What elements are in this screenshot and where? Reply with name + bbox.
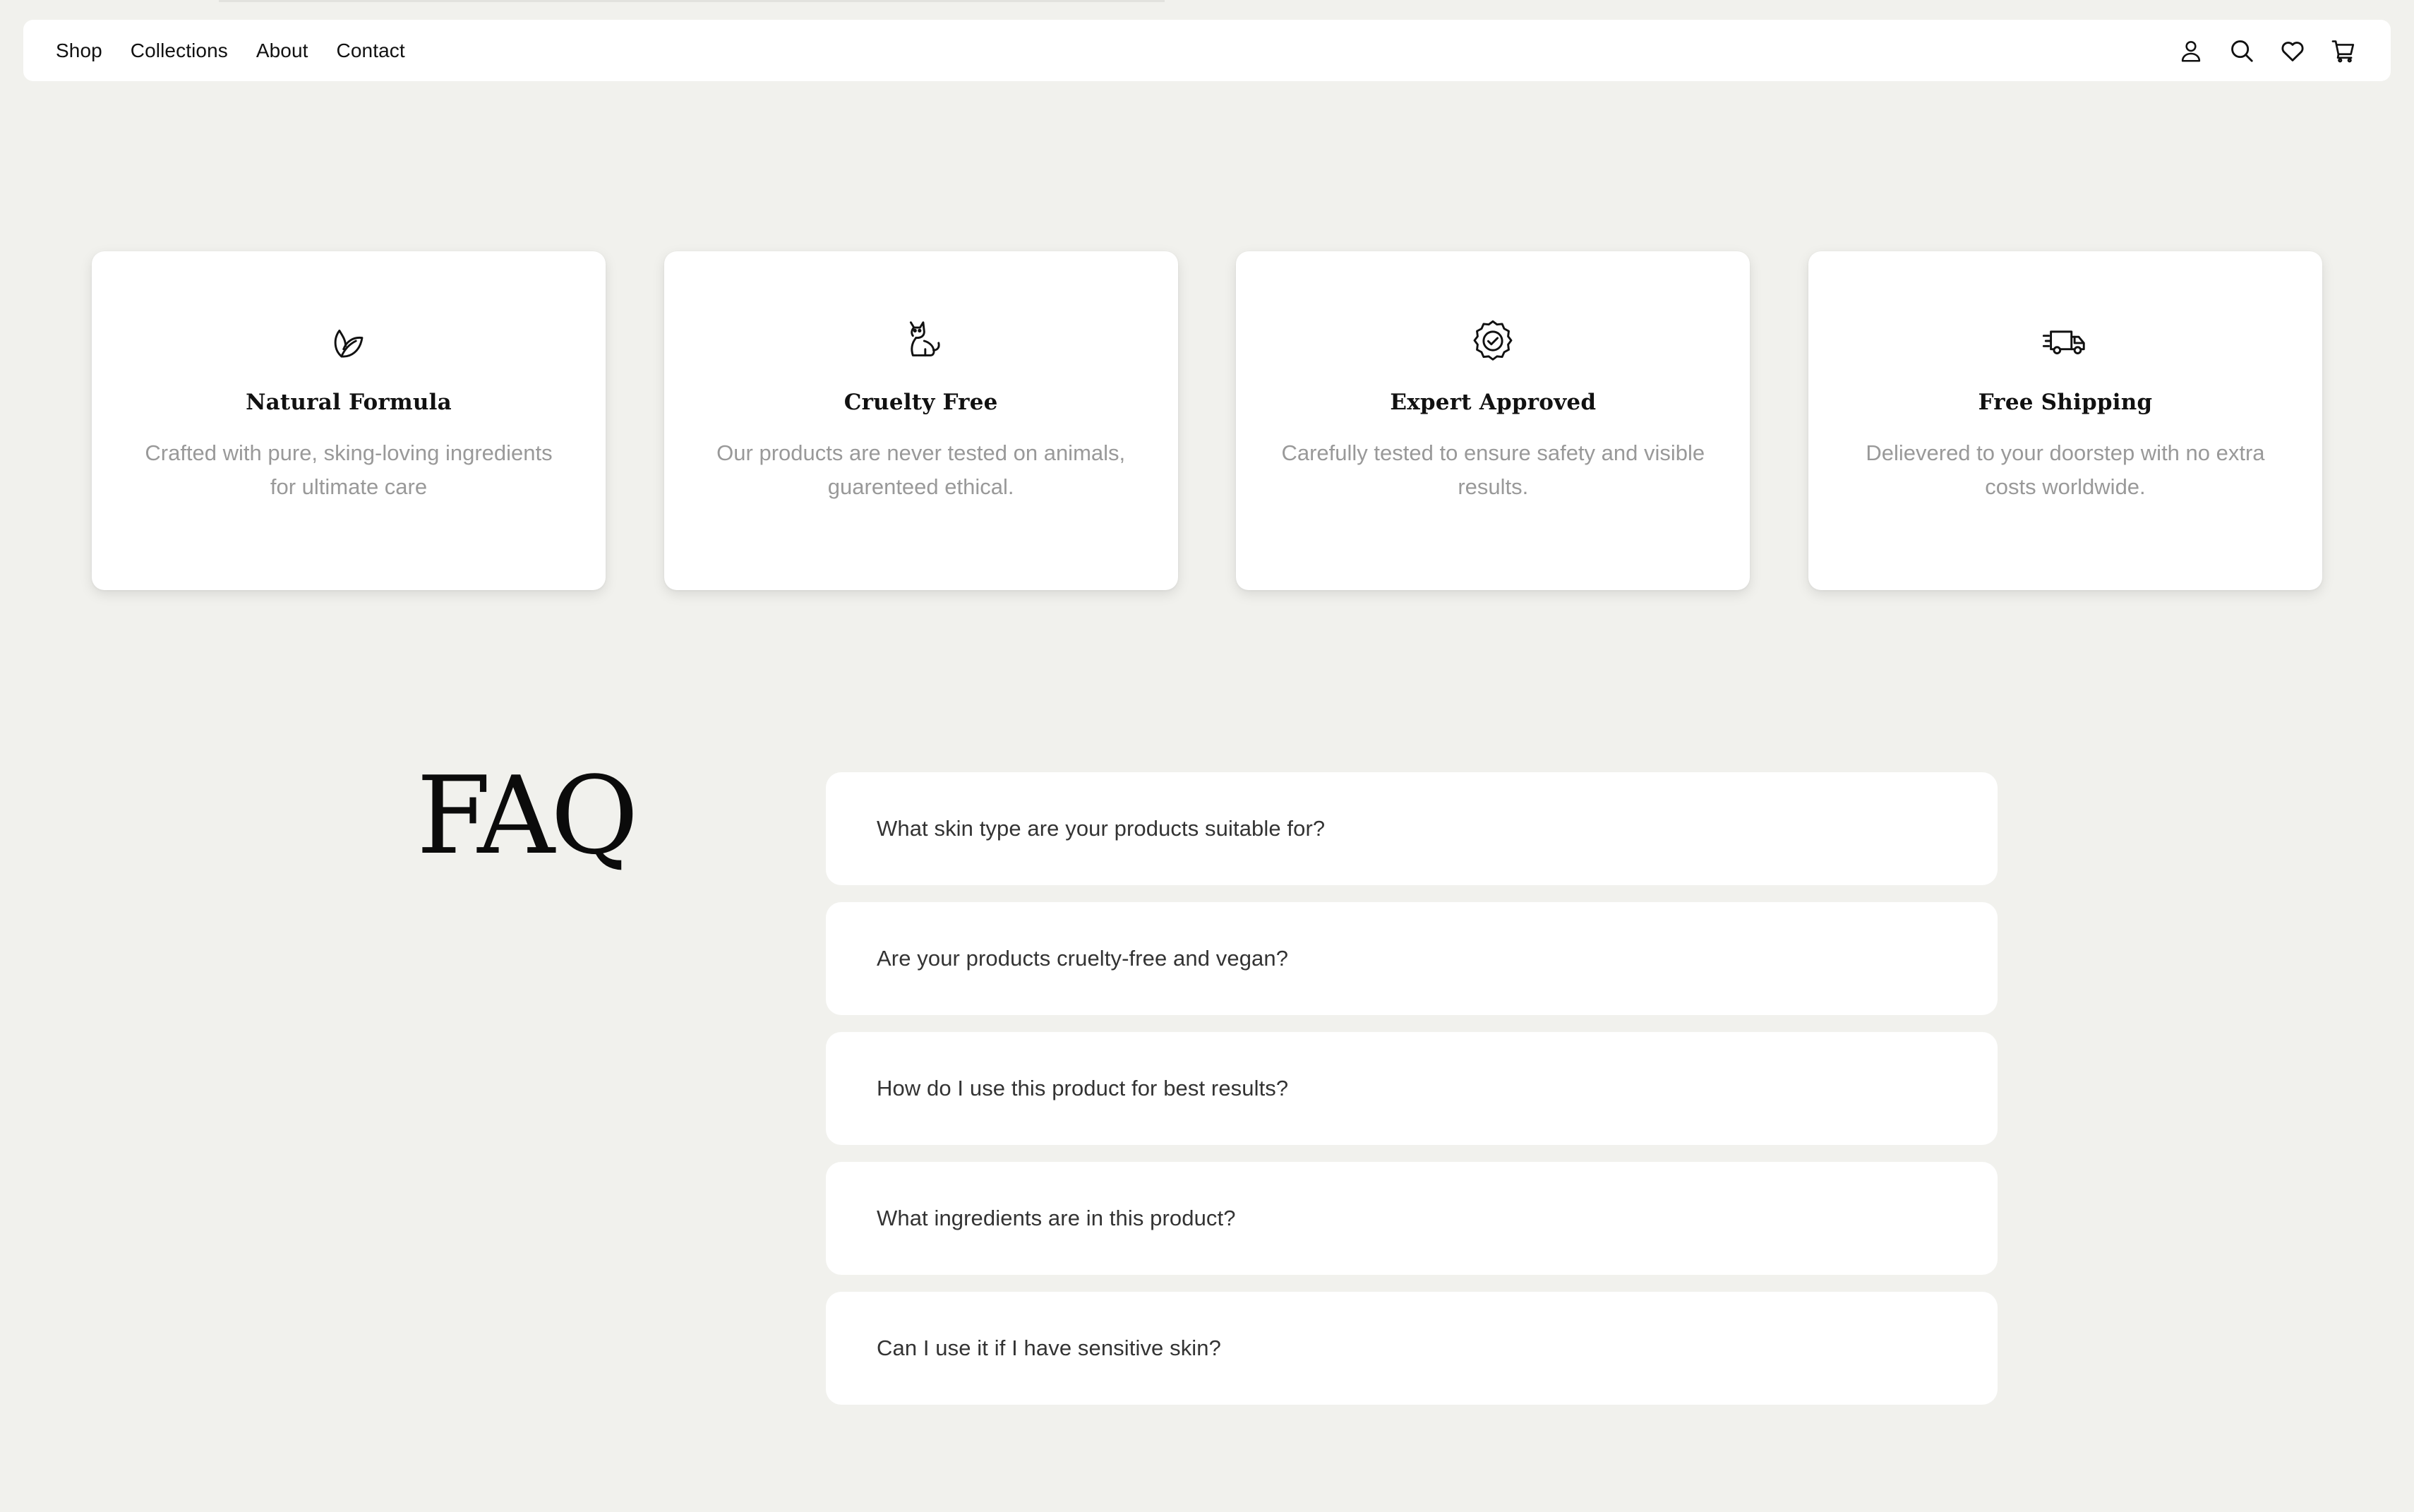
feature-card-expert-approved: Expert Approved Carefully tested to ensu… bbox=[1236, 251, 1751, 590]
feature-card-cruelty-free: Cruelty Free Our products are never test… bbox=[663, 251, 1178, 590]
faq-heading: FAQ bbox=[416, 753, 639, 878]
feature-description: Our products are never tested on animals… bbox=[716, 440, 1126, 499]
user-icon[interactable] bbox=[2178, 37, 2204, 64]
page: Shop Collections About Contact Natural F… bbox=[0, 0, 2414, 1512]
faq-item[interactable]: What ingredients are in this product? bbox=[826, 1162, 1998, 1275]
faq-list: What skin type are your products suitabl… bbox=[826, 772, 1998, 1405]
faq-question: Can I use it if I have sensitive skin? bbox=[877, 1336, 1221, 1360]
heart-icon[interactable] bbox=[2279, 37, 2306, 64]
feature-description: Delievered to your doorstep with no extr… bbox=[1866, 440, 2265, 499]
top-strip bbox=[219, 0, 1165, 2]
feature-title: Expert Approved bbox=[1390, 390, 1597, 415]
nav-link-collections[interactable]: Collections bbox=[131, 40, 228, 62]
feature-title: Free Shipping bbox=[1978, 390, 2153, 415]
cat-icon bbox=[896, 316, 946, 366]
leaf-icon bbox=[324, 316, 373, 366]
nav-links: Shop Collections About Contact bbox=[56, 40, 405, 62]
feature-description: Carefully tested to ensure safety and vi… bbox=[1281, 440, 1705, 499]
truck-icon bbox=[2041, 316, 2090, 366]
faq-item[interactable]: How do I use this product for best resul… bbox=[826, 1032, 1998, 1145]
faq-item[interactable]: Are your products cruelty-free and vegan… bbox=[826, 902, 1998, 1015]
feature-title: Natural Formula bbox=[246, 390, 452, 415]
faq-question: How do I use this product for best resul… bbox=[877, 1076, 1289, 1100]
nav-icons bbox=[2178, 37, 2357, 64]
feature-card-free-shipping: Free Shipping Delievered to your doorste… bbox=[1808, 251, 2322, 590]
verified-badge-icon bbox=[1468, 316, 1518, 366]
search-icon[interactable] bbox=[2228, 37, 2255, 64]
cart-icon[interactable] bbox=[2330, 37, 2357, 64]
faq-question: What skin type are your products suitabl… bbox=[877, 816, 1326, 841]
feature-card-natural-formula: Natural Formula Crafted with pure, sking… bbox=[92, 251, 606, 590]
faq-question: What ingredients are in this product? bbox=[877, 1206, 1236, 1230]
nav-link-about[interactable]: About bbox=[256, 40, 308, 62]
nav-link-shop[interactable]: Shop bbox=[56, 40, 102, 62]
navbar: Shop Collections About Contact bbox=[23, 20, 2391, 81]
faq-item[interactable]: What skin type are your products suitabl… bbox=[826, 772, 1998, 885]
features-section: Natural Formula Crafted with pure, sking… bbox=[92, 251, 2322, 590]
feature-title: Cruelty Free bbox=[843, 390, 998, 415]
feature-description: Crafted with pure, sking-loving ingredie… bbox=[145, 440, 553, 499]
nav-link-contact[interactable]: Contact bbox=[337, 40, 405, 62]
faq-item[interactable]: Can I use it if I have sensitive skin? bbox=[826, 1292, 1998, 1405]
faq-question: Are your products cruelty-free and vegan… bbox=[877, 946, 1289, 971]
